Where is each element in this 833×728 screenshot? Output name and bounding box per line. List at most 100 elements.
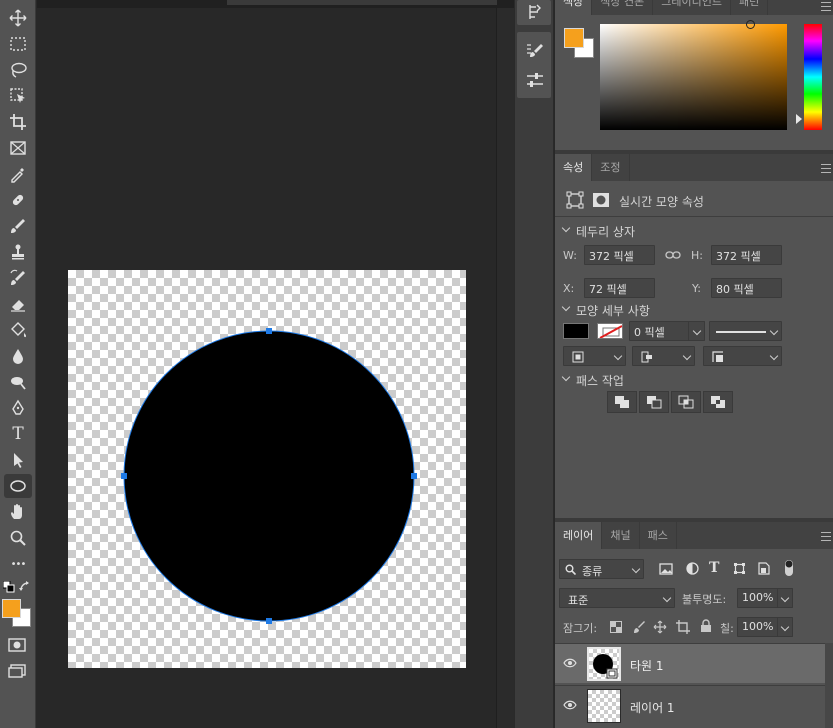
eraser-tool-icon[interactable] <box>4 292 32 316</box>
filter-adjustment-icon[interactable] <box>686 562 699 575</box>
brush-tool-icon[interactable] <box>4 214 32 238</box>
layers-panel-menu-icon[interactable] <box>821 532 831 541</box>
layer-filter-dropdown[interactable]: 종류 <box>559 559 644 579</box>
transform-handle-right[interactable] <box>411 473 417 479</box>
lock-pixels-icon[interactable] <box>632 620 646 634</box>
fill-color-swatch[interactable] <box>563 323 589 339</box>
transform-handle-left[interactable] <box>121 473 127 479</box>
path-combine-button[interactable] <box>607 391 637 413</box>
tab-color[interactable]: 색상 <box>555 0 593 15</box>
transform-handle-top[interactable] <box>266 328 272 334</box>
opacity-dropdown[interactable] <box>777 588 793 608</box>
blur-tool-icon[interactable] <box>4 344 32 368</box>
stroke-width-dropdown[interactable] <box>688 321 705 341</box>
color-panel-foreground-swatch[interactable] <box>564 28 584 48</box>
foreground-color-swatch[interactable] <box>2 599 21 618</box>
swap-colors-icon[interactable] <box>19 581 31 593</box>
tab-properties[interactable]: 속성 <box>555 154 593 181</box>
pen-tool-icon[interactable] <box>4 396 32 420</box>
marquee-tool-icon[interactable] <box>4 32 32 56</box>
stroke-corners-dropdown[interactable] <box>703 346 782 366</box>
layer-row-layer1[interactable]: 레이어 1 <box>555 685 825 725</box>
vertical-scrollbar[interactable] <box>496 8 514 728</box>
eyedropper-tool-icon[interactable] <box>4 162 32 186</box>
layer-row-ellipse[interactable]: 타원 1 <box>555 643 825 683</box>
color-picker-field[interactable] <box>600 20 787 130</box>
crop-tool-icon[interactable] <box>4 110 32 134</box>
object-selection-tool-icon[interactable] <box>4 84 32 108</box>
paint-bucket-tool-icon[interactable] <box>4 318 32 342</box>
link-dimensions-icon[interactable] <box>665 250 681 260</box>
tab-channels[interactable]: 채널 <box>602 522 640 549</box>
y-position-field[interactable]: 80 픽셀 <box>711 278 782 298</box>
horizontal-scrollbar[interactable] <box>227 0 497 5</box>
stroke-caps-dropdown[interactable] <box>632 346 695 366</box>
filter-shape-icon[interactable] <box>733 562 746 575</box>
filter-pixel-icon[interactable] <box>659 563 673 575</box>
width-field[interactable]: 372 픽셀 <box>584 245 655 265</box>
filter-type-icon[interactable]: T <box>709 560 719 576</box>
tab-paths[interactable]: 패스 <box>640 522 677 549</box>
lock-position-icon[interactable] <box>653 620 667 634</box>
layer-thumbnail[interactable] <box>587 689 621 723</box>
quick-mask-icon[interactable] <box>8 638 26 652</box>
healing-brush-tool-icon[interactable] <box>4 188 32 212</box>
more-tools-icon[interactable]: ••• <box>4 552 32 576</box>
layer-name[interactable]: 타원 1 <box>630 657 664 674</box>
dodge-tool-icon[interactable] <box>4 370 32 394</box>
default-colors-icon[interactable] <box>3 581 15 593</box>
lock-transparency-icon[interactable] <box>610 621 622 633</box>
stroke-color-swatch[interactable] <box>597 323 623 339</box>
bounding-box-title: 테두리 상자 <box>576 225 636 239</box>
lock-artboard-icon[interactable] <box>676 620 690 634</box>
lock-all-icon[interactable] <box>700 619 712 633</box>
path-intersect-button[interactable] <box>671 391 701 413</box>
frame-tool-icon[interactable] <box>4 136 32 160</box>
history-brush-tool-icon[interactable] <box>4 266 32 290</box>
tab-gradients[interactable]: 그레이디언트 <box>653 0 731 15</box>
tab-adjustments[interactable]: 조정 <box>592 154 630 181</box>
visibility-eye-icon[interactable] <box>563 658 577 668</box>
ellipse-shape[interactable] <box>68 270 466 668</box>
brush-dock-group <box>517 32 551 98</box>
color-panel-menu-icon[interactable] <box>821 2 831 11</box>
height-field[interactable]: 372 픽셀 <box>711 245 782 265</box>
shape-details-caret-icon[interactable] <box>561 302 571 312</box>
bounding-box-caret-icon[interactable] <box>561 223 571 233</box>
path-exclude-button[interactable] <box>703 391 733 413</box>
zoom-tool-icon[interactable] <box>4 526 32 550</box>
properties-panel-menu-icon[interactable] <box>821 164 831 173</box>
hue-slider-pointer-icon[interactable] <box>795 114 803 124</box>
visibility-eye-icon[interactable] <box>563 700 577 710</box>
screen-mode-icon[interactable] <box>8 664 26 678</box>
transform-handle-bottom[interactable] <box>266 618 272 624</box>
stroke-type-dropdown[interactable] <box>709 321 782 341</box>
layers-scrollbar[interactable] <box>825 643 833 728</box>
filter-toggle-icon[interactable] <box>784 559 794 577</box>
history-panel-icon[interactable] <box>526 3 544 21</box>
stroke-align-icon <box>572 351 584 363</box>
type-tool-icon[interactable]: T <box>4 422 32 446</box>
stroke-align-dropdown[interactable] <box>563 346 626 366</box>
path-ops-caret-icon[interactable] <box>561 372 571 382</box>
clone-stamp-tool-icon[interactable] <box>4 240 32 264</box>
path-subtract-button[interactable] <box>639 391 669 413</box>
blend-mode-dropdown[interactable]: 표준 <box>559 588 675 608</box>
color-picker-cursor[interactable] <box>746 20 755 29</box>
brush-settings-icon[interactable] <box>526 42 544 60</box>
hand-tool-icon[interactable] <box>4 500 32 524</box>
move-tool-icon[interactable] <box>4 6 32 30</box>
x-position-field[interactable]: 72 픽셀 <box>584 278 655 298</box>
tab-patterns[interactable]: 패턴 <box>731 0 769 15</box>
path-selection-tool-icon[interactable] <box>4 448 32 472</box>
hue-slider[interactable] <box>804 24 822 130</box>
lasso-tool-icon[interactable] <box>4 58 32 82</box>
fill-opacity-dropdown[interactable] <box>777 617 793 637</box>
tab-layers[interactable]: 레이어 <box>555 522 603 549</box>
filter-smart-object-icon[interactable] <box>757 562 770 575</box>
adjustments-icon[interactable] <box>526 72 544 90</box>
layer-name[interactable]: 레이어 1 <box>630 699 675 716</box>
tab-swatches[interactable]: 색상 견본 <box>592 0 654 15</box>
layer-thumbnail[interactable] <box>587 647 621 681</box>
ellipse-tool-icon[interactable] <box>4 474 32 498</box>
